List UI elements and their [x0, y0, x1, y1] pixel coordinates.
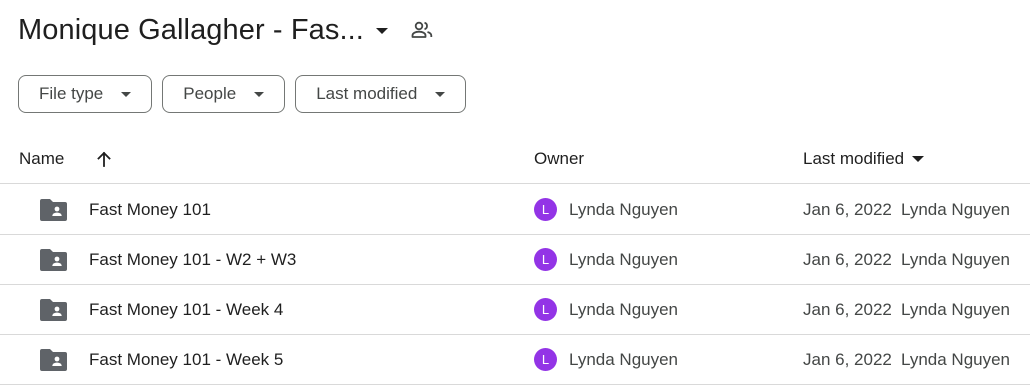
modified-date: Jan 6, 2022	[803, 299, 892, 319]
avatar: L	[534, 298, 557, 321]
last-modified-column-header[interactable]: Last modified	[803, 135, 925, 183]
file-name: Fast Money 101 - Week 5	[89, 349, 284, 369]
owner-name: Lynda Nguyen	[569, 249, 679, 269]
name-column-header[interactable]: Name	[19, 135, 64, 183]
drive-folder-view: Monique Gallagher - Fas... File type Peo…	[0, 0, 1030, 392]
owner-column-header[interactable]: Owner	[534, 135, 584, 183]
owner-name: Lynda Nguyen	[569, 199, 679, 219]
table-row[interactable]: Fast Money 101 - Week 4 L Lynda Nguyen J…	[0, 285, 1030, 335]
avatar: L	[534, 248, 557, 271]
modified-by: Lynda Nguyen	[901, 349, 1011, 369]
caret-down-icon	[375, 28, 388, 34]
owner-name: Lynda Nguyen	[569, 299, 679, 319]
chip-label: People	[183, 84, 237, 103]
folder-title-button[interactable]: Monique Gallagher - Fas...	[18, 14, 388, 47]
table-row[interactable]: Fast Money 101 - Week 5 L Lynda Nguyen J…	[0, 335, 1030, 385]
file-type-filter[interactable]: File type	[18, 75, 153, 113]
file-name: Fast Money 101 - W2 + W3	[89, 249, 297, 269]
file-name: Fast Money 101	[89, 199, 211, 219]
table-row[interactable]: Fast Money 101 - W2 + W3 L Lynda Nguyen …	[0, 235, 1030, 285]
modified-by: Lynda Nguyen	[901, 299, 1011, 319]
chip-label: File type	[39, 84, 104, 103]
title-row: Monique Gallagher - Fas...	[18, 8, 434, 52]
modified-date: Jan 6, 2022	[803, 349, 892, 369]
caret-down-icon	[435, 91, 446, 97]
shared-folder-icon	[40, 299, 67, 321]
folder-title: Monique Gallagher - Fas...	[18, 13, 364, 46]
table-header: Name Owner Last modified	[0, 135, 1030, 184]
modified-by: Lynda Nguyen	[901, 249, 1011, 269]
modified-date: Jan 6, 2022	[803, 249, 892, 269]
modified-date: Jan 6, 2022	[803, 199, 892, 219]
shared-folder-icon	[40, 349, 67, 371]
last-modified-label: Last modified	[803, 149, 905, 168]
people-icon[interactable]	[410, 18, 434, 42]
avatar: L	[534, 198, 557, 221]
file-list: Fast Money 101 L Lynda Nguyen Jan 6, 202…	[0, 185, 1030, 385]
avatar: L	[534, 348, 557, 371]
owner-name: Lynda Nguyen	[569, 349, 679, 369]
file-name: Fast Money 101 - Week 4	[89, 299, 284, 319]
modified-by: Lynda Nguyen	[901, 199, 1011, 219]
people-filter[interactable]: People	[162, 75, 286, 113]
last-modified-filter[interactable]: Last modified	[295, 75, 467, 113]
filter-chips: File type People Last modified	[18, 75, 467, 113]
caret-down-icon	[254, 91, 265, 97]
shared-folder-icon	[40, 199, 67, 221]
table-row[interactable]: Fast Money 101 L Lynda Nguyen Jan 6, 202…	[0, 185, 1030, 235]
caret-down-icon	[121, 91, 132, 97]
caret-down-icon	[912, 156, 925, 162]
shared-folder-icon	[40, 249, 67, 271]
chip-label: Last modified	[316, 84, 418, 103]
arrow-up-icon[interactable]	[92, 135, 116, 183]
